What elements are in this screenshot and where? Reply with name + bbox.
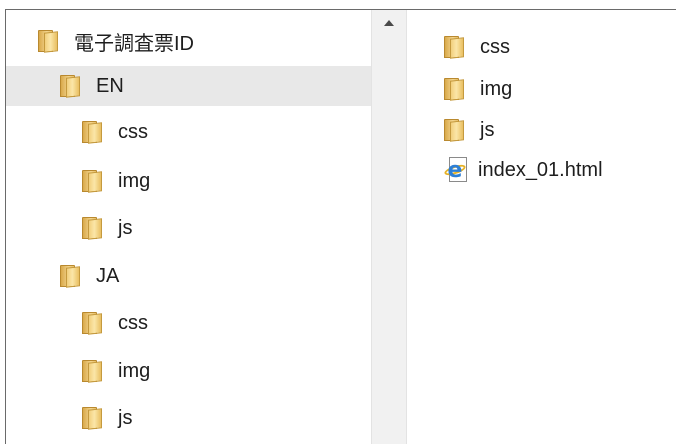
folder-icon [82, 121, 102, 144]
folder-icon [60, 265, 80, 288]
tree-item-label: css [118, 311, 148, 334]
folder-icon [444, 36, 464, 59]
tree-item-label: EN [96, 74, 124, 97]
folder-icon [38, 30, 58, 53]
folder-icon [444, 119, 464, 142]
folder-icon [60, 75, 80, 98]
folder-icon [82, 360, 102, 383]
tree-item-label: js [118, 216, 133, 239]
tree-item-ja-img[interactable]: img [6, 351, 371, 391]
tree-item-ja[interactable]: JA [6, 256, 371, 296]
chevron-up-icon [384, 20, 394, 26]
tree-item-label: JA [96, 264, 120, 287]
tree-item-label: 電子調査票ID [74, 32, 194, 55]
tree-item-label: img [118, 359, 151, 382]
tree-item-root[interactable]: 電子調査票ID [6, 21, 371, 61]
content-item-css[interactable]: css [444, 27, 510, 67]
ie-html-file-icon: e [443, 157, 468, 183]
item-label: js [480, 118, 495, 141]
item-label: css [480, 35, 510, 58]
content-pane: css img js e index_01.html [407, 10, 676, 444]
tree-item-label: js [118, 406, 133, 429]
content-item-img[interactable]: img [444, 69, 512, 109]
tree-item-en-js[interactable]: js [6, 208, 371, 248]
navigation-pane: 電子調査票ID EN css img js JA css img js [6, 10, 371, 444]
explorer-window: 電子調査票ID EN css img js JA css img js css … [5, 9, 676, 444]
tree-item-en-css[interactable]: css [6, 112, 371, 152]
item-label: index_01.html [478, 158, 603, 181]
tree-item-label: img [118, 169, 151, 192]
tree-item-ja-css[interactable]: css [6, 303, 371, 343]
folder-icon [82, 217, 102, 240]
nav-pane-scrollbar[interactable] [371, 10, 407, 444]
tree-item-label: css [118, 120, 148, 143]
item-label: img [480, 77, 513, 100]
content-item-js[interactable]: js [444, 110, 494, 150]
folder-icon [444, 78, 464, 101]
folder-icon [82, 312, 102, 335]
content-item-index-html[interactable]: e index_01.html [443, 150, 603, 190]
folder-icon [82, 407, 102, 430]
tree-item-en[interactable]: EN [6, 66, 371, 106]
tree-item-ja-js[interactable]: js [6, 398, 371, 438]
folder-icon [82, 170, 102, 193]
tree-item-en-img[interactable]: img [6, 161, 371, 201]
scroll-up-button[interactable] [372, 10, 406, 40]
